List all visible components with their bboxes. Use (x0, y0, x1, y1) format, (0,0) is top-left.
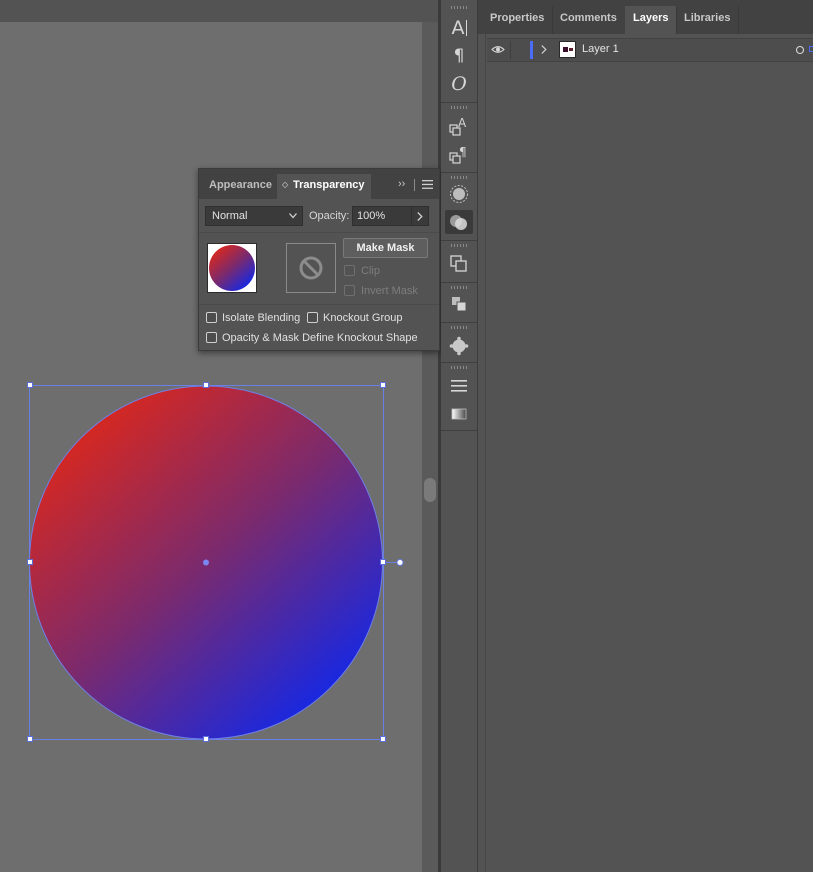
artwork-thumbnail[interactable] (207, 243, 257, 293)
opacity-slider-button[interactable] (411, 206, 429, 226)
opacity-value: 100% (357, 210, 386, 222)
invert-mask-checkbox (344, 285, 355, 296)
clip-checkbox (344, 265, 355, 276)
selection-handle-top-right[interactable] (380, 382, 386, 388)
strip-separator (441, 282, 477, 283)
character-icon[interactable]: A (445, 16, 473, 40)
selection-handle-top-left[interactable] (27, 382, 33, 388)
scrollbar-thumb[interactable] (424, 478, 436, 502)
center-point (203, 559, 209, 566)
right-panel-tab-bar: Properties Comments Layers Libraries (478, 0, 813, 34)
character-styles-icon[interactable]: A (445, 114, 473, 138)
symbols-icon[interactable] (445, 334, 473, 358)
layer-name[interactable]: Layer 1 (582, 43, 619, 55)
selection-indicator[interactable] (809, 46, 813, 52)
tab-appearance[interactable]: Appearance (203, 174, 278, 199)
layer-row[interactable]: Layer 1 (487, 38, 813, 62)
panel-menu-icon[interactable] (422, 180, 433, 189)
strip-separator (441, 430, 477, 431)
layer-thumbnail (559, 41, 576, 58)
canvas-top-strip (0, 0, 422, 22)
target-circle-icon[interactable] (795, 45, 805, 55)
selection-handle-top[interactable] (203, 382, 209, 388)
panel-divider (199, 304, 439, 305)
tab-transparency-label: Transparency (293, 179, 365, 191)
selection-handle-right[interactable] (380, 559, 386, 565)
transparency-panel: Appearance ◇ Transparency ›› Normal Opac… (198, 168, 440, 351)
tab-libraries[interactable]: Libraries (676, 6, 740, 34)
live-corner-widget[interactable] (396, 559, 404, 566)
svg-text:A: A (458, 116, 467, 130)
strip-grip[interactable] (451, 244, 468, 247)
layers-dock-panel (478, 0, 813, 872)
eye-icon[interactable] (491, 45, 505, 54)
svg-text:¶: ¶ (459, 145, 467, 159)
selection-handle-bottom[interactable] (203, 736, 209, 742)
blend-mode-value: Normal (212, 210, 248, 222)
paragraph-styles-icon[interactable]: ¶ (445, 142, 473, 166)
opacity-mask-define-knockout-label: Opacity & Mask Define Knockout Shape (222, 332, 418, 344)
blend-mode-dropdown[interactable]: Normal (205, 206, 303, 226)
chevron-down-icon (289, 213, 297, 219)
selection-handle-bottom-left[interactable] (27, 736, 33, 742)
knockout-group-checkbox[interactable] (307, 312, 318, 323)
opacity-mask-define-knockout-checkbox[interactable] (206, 332, 217, 343)
appearance-icon[interactable] (445, 182, 473, 206)
stroke-icon[interactable] (445, 374, 473, 398)
thumb-mark (569, 48, 573, 51)
strip-separator (441, 240, 477, 241)
tab-layers[interactable]: Layers (625, 6, 678, 34)
gradient-icon[interactable] (445, 402, 473, 426)
collapse-panel-icon[interactable]: ›› (398, 178, 405, 190)
transparency-icon[interactable] (445, 210, 473, 234)
make-mask-button[interactable]: Make Mask (343, 238, 428, 258)
panel-icon-strip: A ¶ O A ¶ (441, 0, 478, 872)
header-divider (414, 179, 415, 191)
selection-handle-left[interactable] (27, 559, 33, 565)
isolate-blending-label: Isolate Blending (222, 312, 301, 324)
opacity-input[interactable]: 100% (352, 206, 412, 226)
opentype-icon[interactable]: O (445, 72, 473, 96)
layer-color-bar (530, 41, 533, 59)
row-divider (510, 41, 511, 59)
thumb-mark (563, 47, 568, 52)
strip-grip[interactable] (451, 176, 468, 179)
paragraph-icon[interactable]: ¶ (445, 44, 473, 68)
strip-grip[interactable] (451, 286, 468, 289)
tab-comments[interactable]: Comments (552, 6, 626, 34)
strip-separator (441, 362, 477, 363)
strip-separator (441, 172, 477, 173)
pathfinder-icon[interactable] (445, 252, 473, 276)
tab-transparency[interactable]: ◇ Transparency (277, 174, 371, 199)
tab-properties[interactable]: Properties (482, 6, 554, 34)
knockout-group-label: Knockout Group (323, 312, 403, 324)
isolate-blending-checkbox[interactable] (206, 312, 217, 323)
mask-thumbnail[interactable] (286, 243, 336, 293)
align-icon[interactable] (445, 292, 473, 316)
opacity-label: Opacity: (309, 210, 350, 222)
invert-mask-label: Invert Mask (361, 285, 418, 297)
clip-label: Clip (361, 265, 380, 277)
tab-collapse-icon: ◇ (282, 180, 289, 189)
strip-grip[interactable] (451, 106, 468, 109)
strip-grip[interactable] (451, 326, 468, 329)
vertical-scrollbar[interactable] (422, 22, 438, 872)
expand-chevron-icon[interactable] (541, 45, 547, 54)
strip-grip[interactable] (451, 6, 468, 9)
chevron-right-icon (417, 212, 423, 221)
panel-divider (199, 232, 439, 233)
strip-separator (441, 102, 477, 103)
no-mask-icon (299, 256, 323, 280)
transparency-panel-header: Appearance ◇ Transparency ›› (199, 169, 439, 199)
strip-separator (441, 322, 477, 323)
artwork-layer (29, 385, 404, 740)
strip-grip[interactable] (451, 366, 468, 369)
selection-handle-bottom-right[interactable] (380, 736, 386, 742)
layers-panel-edge (485, 34, 486, 872)
